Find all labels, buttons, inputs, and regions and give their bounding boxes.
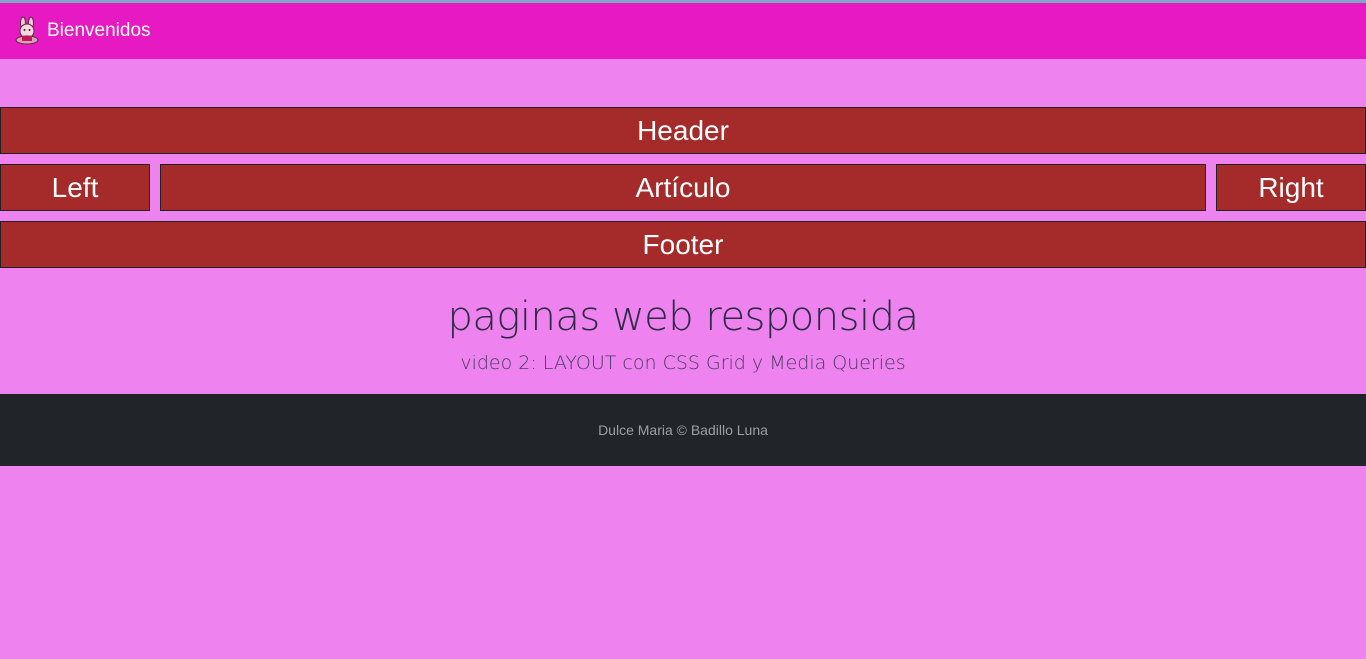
grid-footer-box: Footer [0,221,1366,268]
grid-header-box: Header [0,107,1366,154]
footer-copyright: Dulce Maria © Badillo Luna [598,422,768,438]
navbar-brand[interactable]: Bienvenidos [12,16,151,46]
hero-subtitle: video 2: LAYOUT con CSS Grid y Media Que… [460,352,906,374]
navbar: Bienvenidos [0,3,1366,59]
hero-title: paginas web responsida [447,294,919,340]
bunny-logo-icon [12,16,42,46]
site-footer: Dulce Maria © Badillo Luna [0,394,1366,466]
grid-right-box: Right [1216,164,1366,211]
navbar-brand-label: Bienvenidos [47,20,151,41]
grid-left-box: Left [0,164,150,211]
grid-article-box: Artículo [160,164,1206,211]
